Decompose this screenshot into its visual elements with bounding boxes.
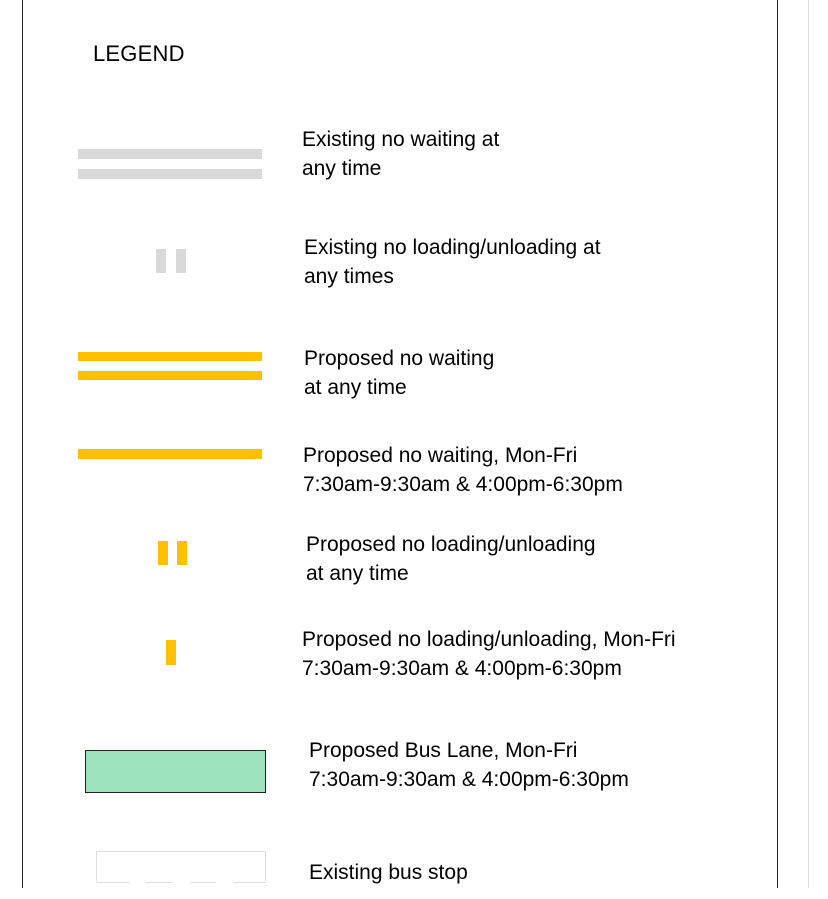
legend-label-line1: Existing bus stop	[309, 861, 468, 884]
bus-lane-symbol	[85, 750, 266, 793]
legend-label-line1: Proposed no loading/unloading, Mon-Fri	[302, 628, 676, 651]
double-line-grey-symbol	[78, 149, 262, 179]
yellow-tick-left	[158, 541, 168, 565]
yellow-tick-right	[177, 541, 187, 565]
grey-line-bottom	[78, 169, 262, 179]
legend-label-line2: any time	[302, 157, 382, 180]
legend-item-label: Proposed no loading/unloading, Mon-Fri 7…	[302, 625, 676, 683]
legend-label-line2: any times	[304, 265, 394, 288]
bus-stop-symbol	[96, 851, 266, 881]
single-line-yellow-symbol	[78, 449, 262, 459]
adjacent-panel-border	[808, 0, 809, 888]
legend-label-line2: at any time	[306, 562, 409, 585]
legend-label-line2: at any time	[304, 376, 407, 399]
grey-tick-right	[176, 249, 186, 273]
bus-stop-dash	[234, 882, 266, 883]
grey-tick-left	[156, 249, 166, 273]
frame-right-border	[777, 0, 778, 888]
frame-left-border	[22, 0, 23, 888]
bus-stop-dash	[146, 882, 172, 883]
yellow-line-single	[78, 449, 262, 459]
double-line-yellow-symbol	[78, 352, 262, 380]
grey-line-top	[78, 149, 262, 159]
legend-label-line2: 7:30am-9:30am & 4:00pm-6:30pm	[302, 657, 622, 680]
legend-label-line2: 7:30am-9:30am & 4:00pm-6:30pm	[309, 768, 629, 791]
legend-label-line1: Proposed no waiting, Mon-Fri	[303, 444, 578, 467]
double-tick-yellow-symbol	[158, 541, 188, 565]
single-tick-yellow-symbol	[166, 640, 176, 665]
legend-label-line1: Proposed Bus Lane, Mon-Fri	[309, 739, 578, 762]
legend-label-line1: Proposed no loading/unloading	[306, 533, 596, 556]
bus-stop-dash	[96, 882, 130, 883]
double-tick-grey-symbol	[156, 249, 186, 273]
legend-label-line1: Existing no loading/unloading at	[304, 236, 601, 259]
yellow-line-top	[78, 352, 262, 361]
legend-label-line1: Existing no waiting at	[302, 128, 500, 151]
yellow-tick-single	[166, 640, 176, 665]
legend-item-label: Proposed no waiting at any time	[304, 344, 494, 402]
yellow-line-bottom	[78, 371, 262, 380]
legend-item-label: Proposed no waiting, Mon-Fri 7:30am-9:30…	[303, 441, 623, 499]
legend-item-label: Existing bus stop	[309, 858, 468, 887]
legend-item-label: Existing no waiting at any time	[302, 125, 499, 183]
legend-label-line2: 7:30am-9:30am & 4:00pm-6:30pm	[303, 473, 623, 496]
bus-stop-dash	[190, 882, 216, 883]
legend-label-line1: Proposed no waiting	[304, 347, 495, 370]
legend-item-label: Existing no loading/unloading at any tim…	[304, 233, 601, 291]
legend-title: LEGEND	[93, 41, 185, 66]
legend-item-label: Proposed no loading/unloading at any tim…	[306, 530, 596, 588]
legend-item-label: Proposed Bus Lane, Mon-Fri 7:30am-9:30am…	[309, 736, 629, 794]
